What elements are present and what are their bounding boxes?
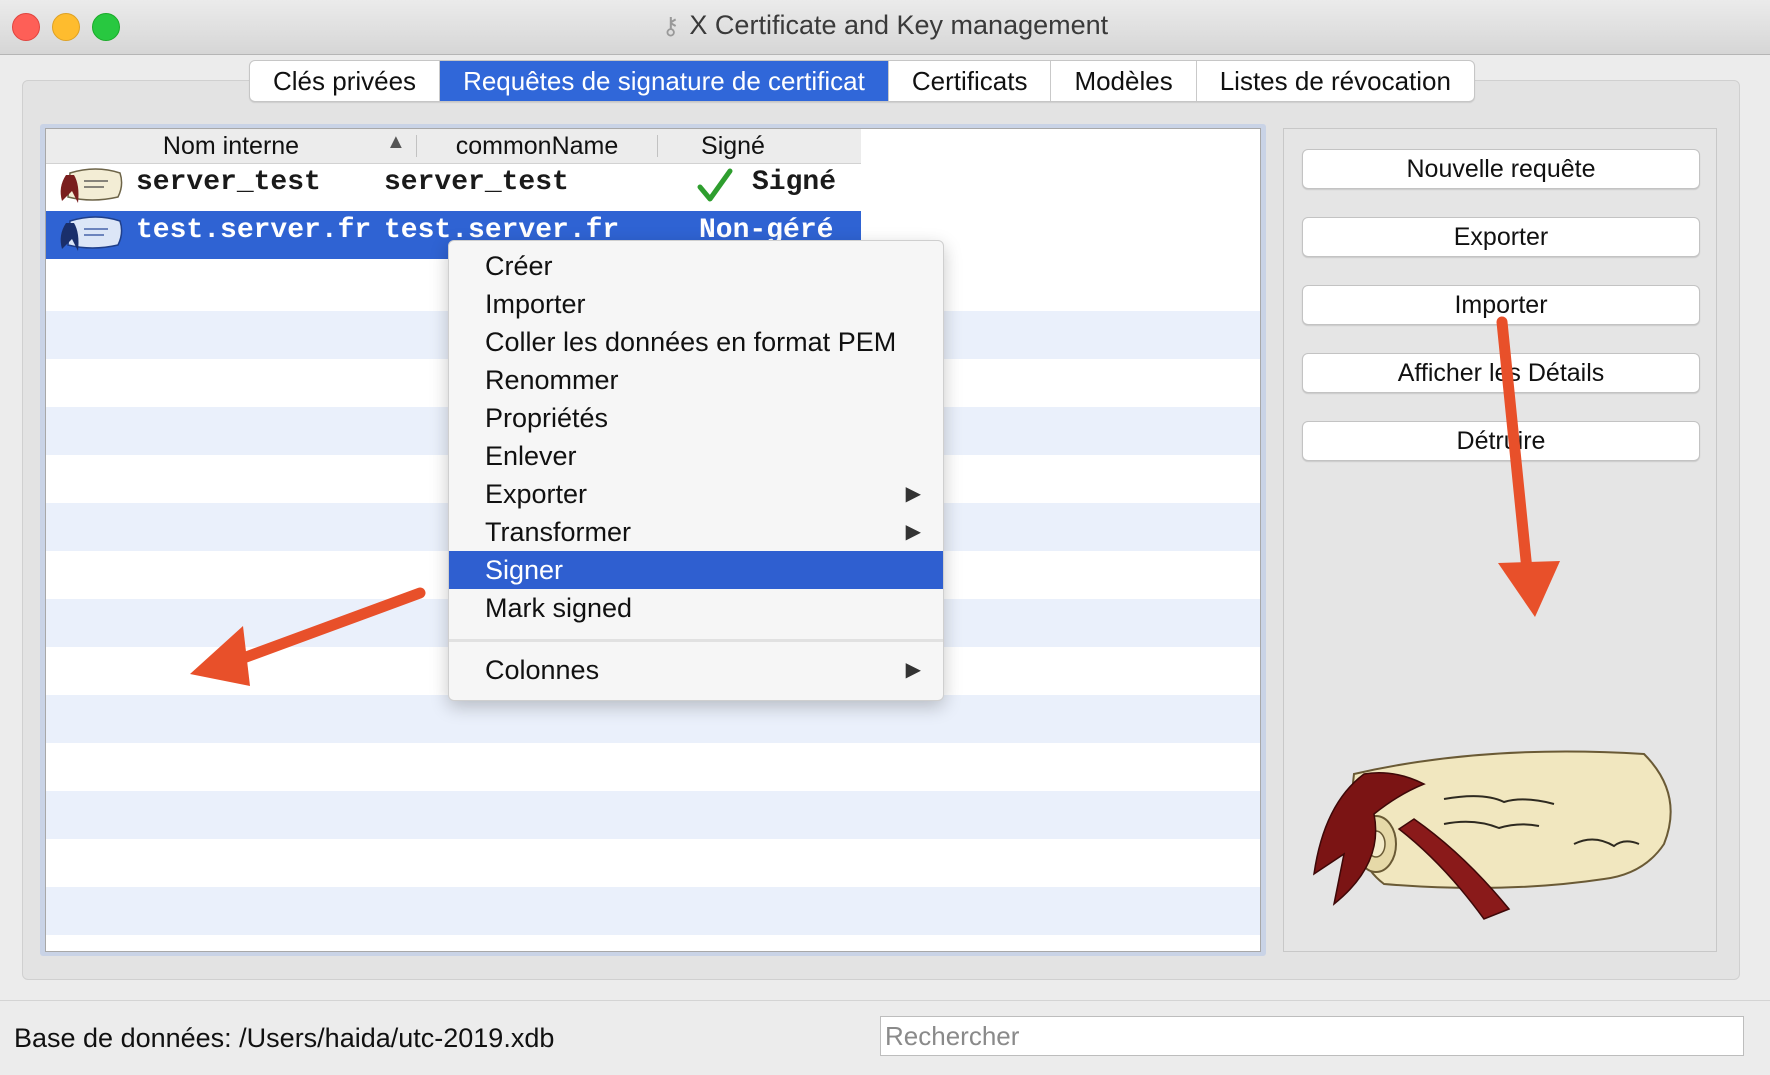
annotation-arrow-left-head: [190, 626, 250, 686]
annotation-arrow-left-shaft: [232, 587, 426, 666]
annotation-overlay: [190, 316, 1560, 686]
annotation-arrow-down-head: [1498, 561, 1560, 617]
app-window: ⚷ X Certificate and Key management Clés p…: [0, 0, 1770, 1075]
annotation-arrow-down-shaft: [1496, 316, 1533, 576]
